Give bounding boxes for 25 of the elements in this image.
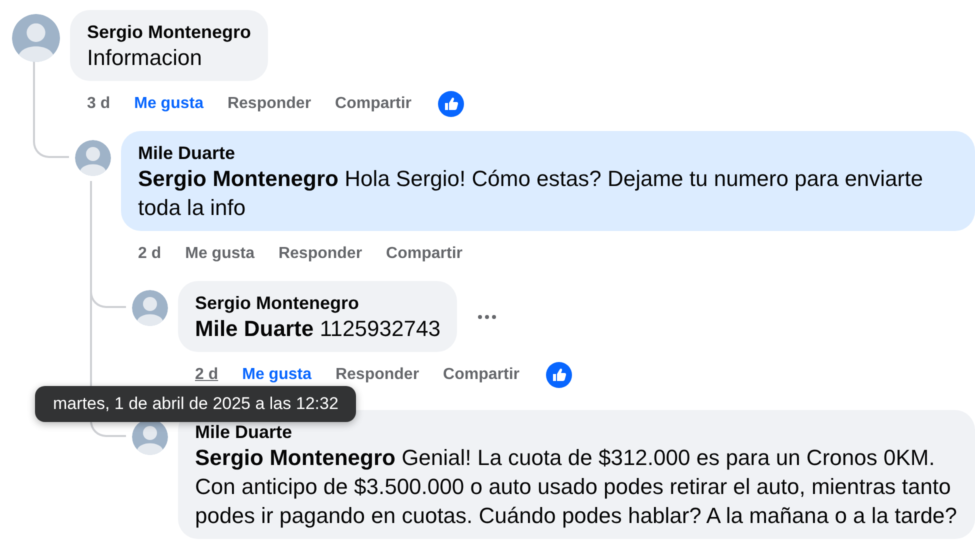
timestamp-link[interactable]: 2 d <box>195 366 218 384</box>
author-name[interactable]: Sergio Montenegro <box>87 21 252 43</box>
like-link[interactable]: Me gusta <box>134 95 204 113</box>
comment-text: Informacion <box>87 44 203 72</box>
thumbs-up-icon[interactable] <box>438 91 464 117</box>
share-link[interactable]: Compartir <box>386 245 462 263</box>
like-link[interactable]: Me gusta <box>242 366 312 384</box>
thumbs-up-icon[interactable] <box>546 362 572 388</box>
reply-link[interactable]: Responder <box>227 95 312 113</box>
reply-link[interactable]: Responder <box>335 366 420 384</box>
date-tooltip: martes, 1 de abril de 2025 a las 12:32 <box>35 386 356 422</box>
author-name[interactable]: Sergio Montenegro <box>195 292 440 314</box>
comment-text: Sergio Montenegro Genial! La cuota de $312.000 es para un Cronos 0KM. Con anticipo de $3.500.000 o auto usado podes retirar el auto, mientras tanto podes ir pagando en cuotas. Cuándo podes hablar? A la mañana o a la tarde? <box>195 444 958 530</box>
author-name[interactable]: Mile Duarte <box>195 421 958 443</box>
timestamp-link[interactable]: 3 d <box>87 95 110 113</box>
like-link[interactable]: Me gusta <box>185 245 254 263</box>
reply-link[interactable]: Responder <box>278 245 362 263</box>
timestamp-link[interactable]: 2 d <box>138 245 162 263</box>
share-link[interactable]: Compartir <box>443 366 520 384</box>
author-name[interactable]: Mile Duarte <box>138 142 958 164</box>
comment-text: Mile Duarte 1125932743 <box>195 315 440 343</box>
comment-text: Sergio Montenegro Hola Sergio! Cómo estas? Dejame tu numero para enviarte toda la info <box>138 165 924 222</box>
share-link[interactable]: Compartir <box>335 95 412 113</box>
avatar[interactable] <box>132 419 168 455</box>
more-icon[interactable] <box>477 314 498 320</box>
